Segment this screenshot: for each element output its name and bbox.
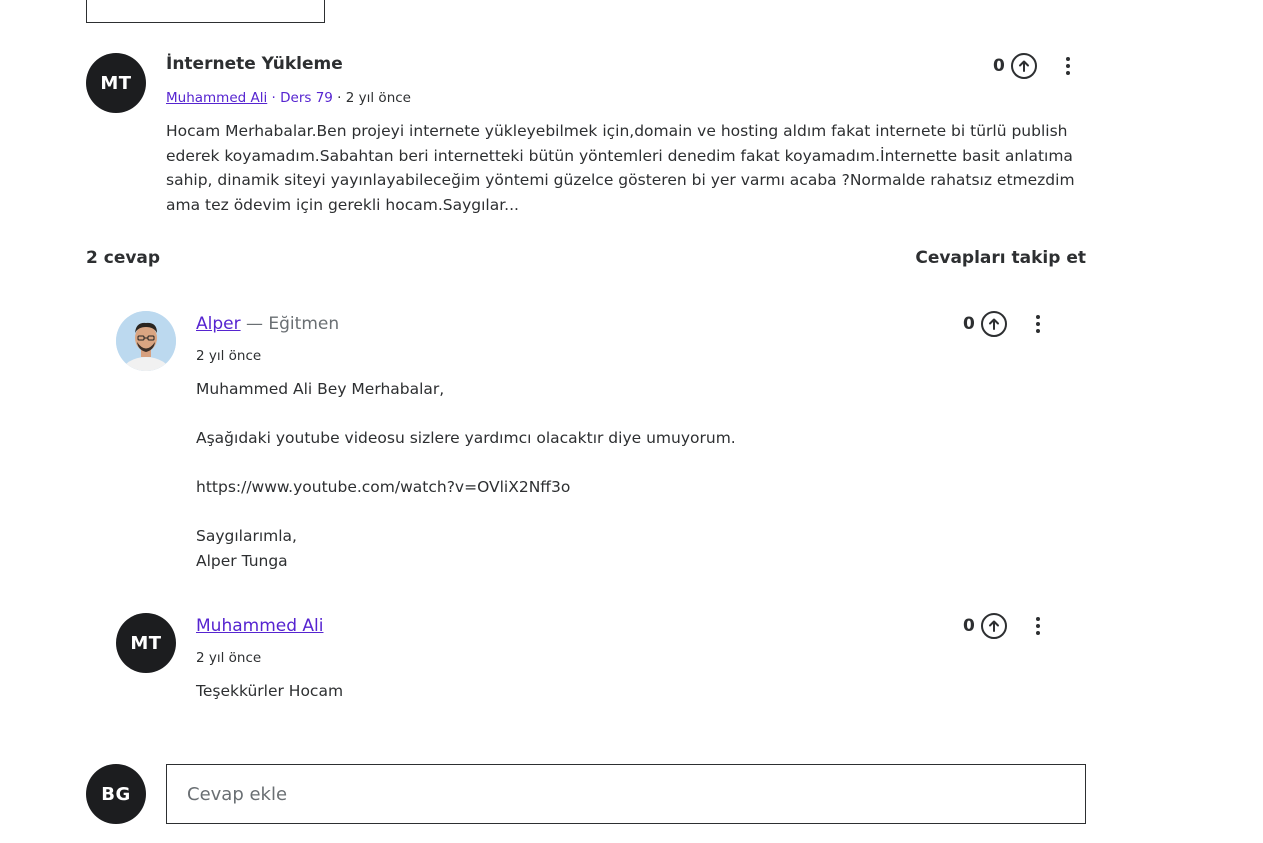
question-title: İnternete Yükleme [166,54,343,74]
upvote-icon[interactable] [1010,53,1037,79]
answers-count: 2 cevap [86,248,161,268]
upvote-icon[interactable] [980,613,1007,639]
question-body: Hocam Merhabalar.Ben projeyi internete y… [166,122,1075,214]
answer-1-author-link[interactable]: Alper [196,314,241,334]
answer-1-line [196,500,996,525]
follow-answers-button[interactable]: Cevapları takip et [915,248,1086,268]
answer-2-vote: 0 [963,613,1007,639]
answer-1-line: Saygılarımla, [196,527,297,545]
current-user-avatar: BG [86,764,146,824]
answer-1-line: Aşağıdaki youtube videosu sizlere yardım… [196,429,736,447]
question-vote: 0 [993,53,1037,79]
question-more-icon[interactable] [1065,57,1071,75]
answer-1-line: Alper Tunga [196,551,288,570]
answer-1-more-icon[interactable] [1035,315,1041,333]
instructor-role-label: — Eğitmen [240,314,340,334]
upvote-icon[interactable] [980,311,1007,337]
question-time: 2 yıl önce [345,90,411,106]
answer-2-body: Teşekkürler Hocam [196,679,996,704]
answer-2-line: Teşekkürler Hocam [196,682,344,700]
answer-1-vote: 0 [963,311,1007,337]
answer-1-body: Muhammed Ali Bey Merhabalar, Aşağıdaki y… [196,377,996,573]
answer-2-header: Muhammed Ali [196,616,323,636]
answer-1-line [196,402,996,427]
answer-2-time: 2 yıl önce [196,650,262,666]
answer-1-header: Alper — Eğitmen [196,314,339,334]
answer-1-time: 2 yıl önce [196,348,262,364]
question-meta: Muhammed Ali · Ders 79 · 2 yıl önce [166,90,411,106]
question-vote-count: 0 [993,56,1005,76]
previous-item-box [86,0,325,23]
answer-2-author-link[interactable]: Muhammed Ali [196,616,323,636]
question-author-link[interactable]: Muhammed Ali [166,90,267,106]
answer-2-author-avatar: MT [116,613,176,673]
instructor-avatar [116,311,176,371]
answer-1-vote-count: 0 [963,314,975,334]
answer-1-line: Muhammed Ali Bey Merhabalar, [196,380,445,398]
lecture-link[interactable]: Ders 79 [280,90,333,106]
answer-1-line [196,451,996,476]
add-reply-input[interactable] [166,764,1086,824]
answer-1-line: https://www.youtube.com/watch?v=OVliX2Nf… [196,478,571,496]
answer-2-more-icon[interactable] [1035,617,1041,635]
answer-2-vote-count: 0 [963,616,975,636]
question-author-avatar: MT [86,53,146,113]
